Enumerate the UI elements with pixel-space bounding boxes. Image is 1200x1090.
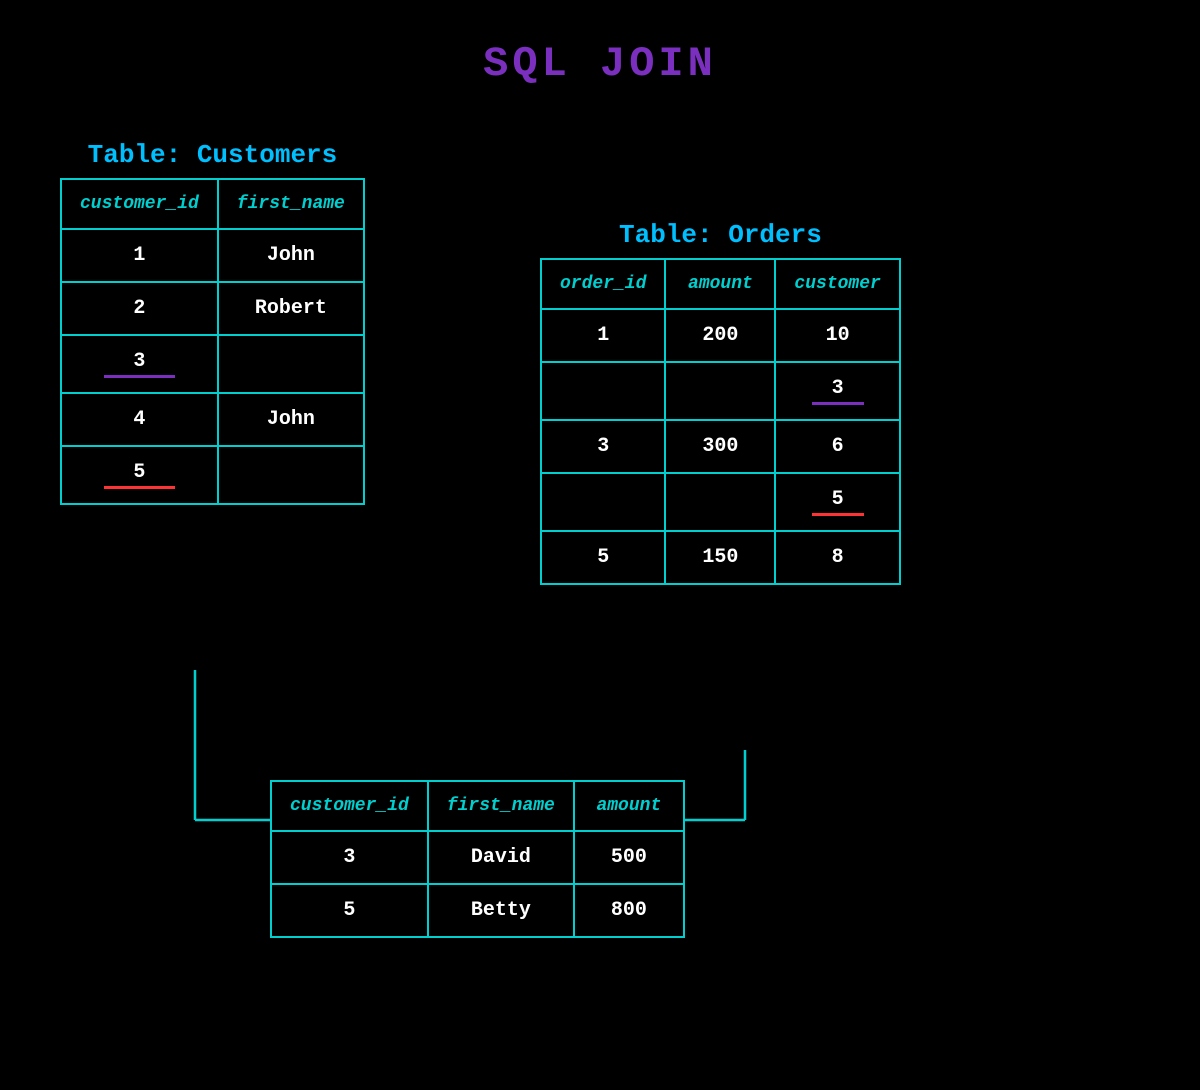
cust-name-1: John	[218, 229, 364, 282]
customers-label: Table: Customers	[60, 140, 365, 170]
result-fname-1: David	[428, 831, 574, 884]
cust-id-1: 1	[61, 229, 218, 282]
table-row: 1 John	[61, 229, 364, 282]
order-id-2: 2	[541, 362, 665, 420]
table-row: 2 500 3	[541, 362, 900, 420]
table-row: 1 200 10	[541, 309, 900, 362]
orders-label: Table: Orders	[540, 220, 901, 250]
cust-name-2: Robert	[218, 282, 364, 335]
table-row: 5 Betty	[61, 446, 364, 504]
order-id-3: 3	[541, 420, 665, 473]
cust-id-4: 4	[61, 393, 218, 446]
cust-id-2: 2	[61, 282, 218, 335]
orders-table: order_id amount customer 1 200 10 2 500 …	[540, 258, 901, 585]
result-table: customer_id first_name amount 3 David 50…	[270, 780, 685, 938]
table-row: 2 Robert	[61, 282, 364, 335]
result-fname-2: Betty	[428, 884, 574, 937]
order-cust-3: 6	[775, 420, 899, 473]
result-amount-2: 800	[574, 884, 684, 937]
customers-table: customer_id first_name 1 John 2 Robert 3…	[60, 178, 365, 505]
table-row: 5 Betty 800	[271, 884, 684, 937]
table-row: 4 800 5	[541, 473, 900, 531]
order-amount-1: 200	[665, 309, 775, 362]
order-amount-5: 150	[665, 531, 775, 584]
result-col-fname: first_name	[428, 781, 574, 831]
order-id-4: 4	[541, 473, 665, 531]
table-row: 4 John	[61, 393, 364, 446]
cust-name-4: John	[218, 393, 364, 446]
order-cust-5: 8	[775, 531, 899, 584]
result-amount-1: 500	[574, 831, 684, 884]
customers-col-name: first_name	[218, 179, 364, 229]
table-row: 3 David	[61, 335, 364, 393]
order-cust-2: 3	[775, 362, 899, 420]
customers-col-id: customer_id	[61, 179, 218, 229]
result-col-cid: customer_id	[271, 781, 428, 831]
cust-id-3: 3	[61, 335, 218, 393]
table-row: 3 300 6	[541, 420, 900, 473]
order-amount-2: 500	[665, 362, 775, 420]
order-amount-4: 800	[665, 473, 775, 531]
orders-section: Table: Orders order_id amount customer 1…	[540, 220, 901, 585]
cust-name-5: Betty	[218, 446, 364, 504]
table-row: 3 David 500	[271, 831, 684, 884]
order-cust-1: 10	[775, 309, 899, 362]
page-title: SQL JOIN	[0, 0, 1200, 88]
cust-name-3: David	[218, 335, 364, 393]
orders-col-customer: customer	[775, 259, 899, 309]
customers-section: Table: Customers customer_id first_name …	[60, 140, 365, 505]
order-id-1: 1	[541, 309, 665, 362]
result-section: customer_id first_name amount 3 David 50…	[270, 780, 685, 938]
cust-id-5: 5	[61, 446, 218, 504]
result-cid-1: 3	[271, 831, 428, 884]
result-cid-2: 5	[271, 884, 428, 937]
order-amount-3: 300	[665, 420, 775, 473]
result-col-amount: amount	[574, 781, 684, 831]
order-cust-4: 5	[775, 473, 899, 531]
table-row: 5 150 8	[541, 531, 900, 584]
order-id-5: 5	[541, 531, 665, 584]
orders-col-id: order_id	[541, 259, 665, 309]
orders-col-amount: amount	[665, 259, 775, 309]
